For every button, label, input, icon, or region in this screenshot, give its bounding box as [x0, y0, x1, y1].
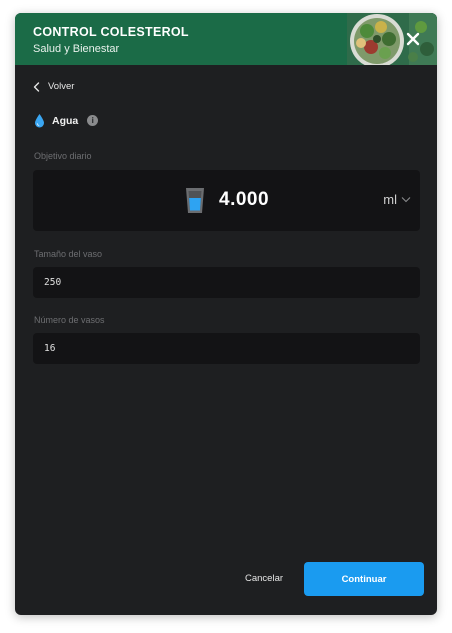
glass-size-label: Tamaño del vaso	[34, 249, 103, 259]
cancel-button[interactable]: Cancelar	[245, 573, 283, 584]
close-icon[interactable]	[405, 31, 421, 47]
back-button[interactable]: Volver	[33, 81, 74, 92]
section-title: Agua	[52, 114, 79, 127]
unit-value: ml	[383, 192, 397, 207]
goal-label: Objetivo diario	[34, 151, 92, 161]
goal-value: 4.000	[219, 189, 270, 210]
glass-count-label: Número de vasos	[34, 315, 105, 325]
water-goal-dialog: CONTROL COLESTEROL Salud y Bienestar Vol…	[15, 13, 437, 615]
app-subtitle: Salud y Bienestar	[33, 43, 120, 55]
continue-button[interactable]: Continuar	[304, 562, 424, 596]
back-label: Volver	[48, 81, 75, 92]
glass-count-input[interactable]	[33, 333, 420, 364]
unit-dropdown[interactable]: ml	[383, 192, 411, 207]
app-title: CONTROL COLESTEROL	[33, 25, 189, 39]
water-drop-icon	[35, 114, 44, 128]
info-icon[interactable]: i	[87, 115, 99, 126]
healthy-food-bowl-image	[347, 13, 437, 65]
chevron-left-icon	[33, 81, 40, 92]
daily-goal-field[interactable]: 4.000 ml	[33, 170, 420, 231]
water-glass-icon	[186, 188, 204, 213]
section-heading: Agua i	[34, 113, 99, 128]
glass-size-input[interactable]	[33, 267, 420, 298]
chevron-down-icon	[401, 197, 411, 203]
dialog-header: CONTROL COLESTEROL Salud y Bienestar	[15, 13, 437, 65]
